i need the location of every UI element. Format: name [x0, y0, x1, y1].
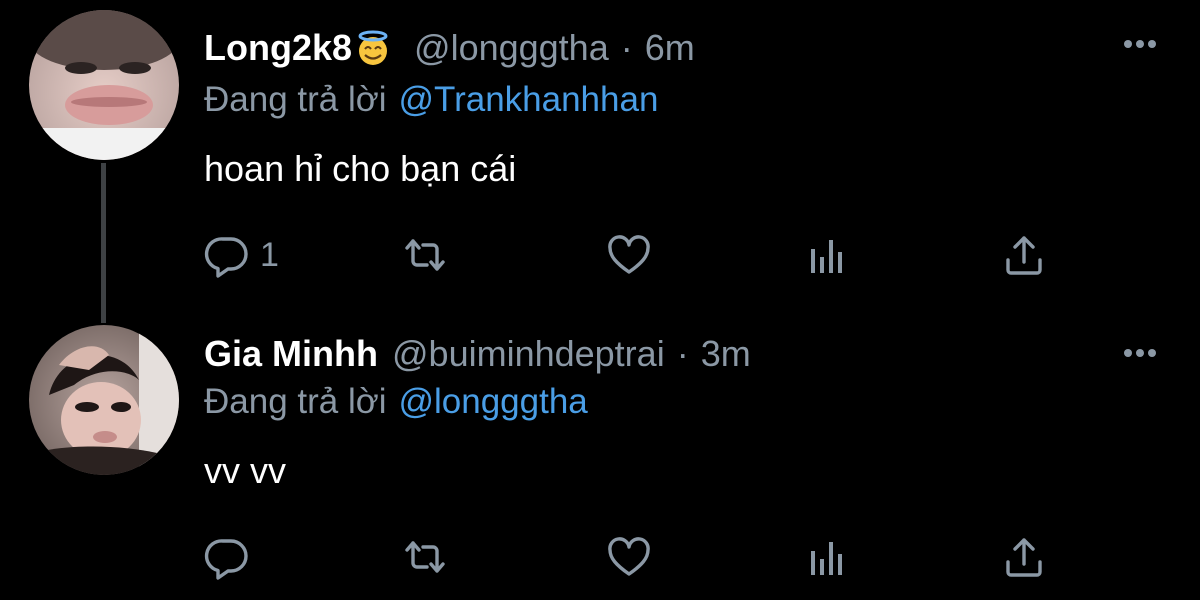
mention-link[interactable]: @longggtha: [398, 382, 587, 421]
retweet-button[interactable]: [402, 532, 448, 582]
tweet[interactable]: Gia Minhh @buiminhdeptrai · 3m Đang trả …: [0, 300, 1200, 600]
views-icon: [811, 240, 842, 273]
tweet[interactable]: Long2k8 @longggtha · 6m Đang trả lời @Tra…: [0, 0, 1200, 300]
reply-button[interactable]: 1: [204, 230, 279, 280]
reply-icon: [204, 237, 248, 278]
reply-icon: [204, 539, 248, 580]
tweet-text: vv vv: [204, 450, 287, 491]
share-icon: [1006, 236, 1042, 275]
views-button[interactable]: [804, 230, 850, 280]
reply-count: 1: [260, 235, 279, 274]
separator-dot: ·: [676, 333, 689, 374]
action-bar: [204, 532, 1064, 582]
retweet-icon: [405, 239, 445, 271]
share-button[interactable]: [1001, 230, 1047, 280]
avatar-image: [29, 325, 179, 475]
share-icon: [1006, 538, 1042, 577]
separator-dot: ·: [620, 27, 633, 68]
user-handle[interactable]: @buiminhdeptrai: [392, 333, 665, 375]
more-icon[interactable]: [1122, 38, 1158, 50]
tweet-text: hoan hỉ cho bạn cái: [204, 148, 517, 189]
user-handle[interactable]: @longggtha: [414, 27, 609, 69]
views-icon: [811, 542, 842, 575]
like-button[interactable]: [606, 532, 652, 582]
timestamp[interactable]: 3m: [701, 333, 751, 375]
tweet-header: Gia Minhh @buiminhdeptrai · 3m: [204, 330, 751, 378]
views-button[interactable]: [804, 532, 850, 582]
display-name[interactable]: Gia Minhh: [204, 333, 378, 375]
share-button[interactable]: [1001, 532, 1047, 582]
replying-to: Đang trả lời @longggtha: [204, 382, 588, 422]
replying-to: Đang trả lời @Trankhanhhan: [204, 80, 658, 120]
replying-to-label: Đang trả lời: [204, 80, 387, 119]
retweet-icon: [405, 541, 445, 573]
display-name[interactable]: Long2k8: [204, 27, 352, 69]
avatar-image: [29, 10, 179, 160]
like-icon: [608, 235, 650, 274]
replying-to-label: Đang trả lời: [204, 382, 387, 421]
timestamp[interactable]: 6m: [645, 27, 695, 69]
like-icon: [608, 537, 650, 576]
avatar[interactable]: [29, 10, 179, 160]
retweet-button[interactable]: [402, 230, 448, 280]
action-bar: 1: [204, 230, 1064, 280]
more-icon[interactable]: [1122, 347, 1158, 359]
avatar[interactable]: [29, 325, 179, 475]
smiling-face-with-halo-emoji: [354, 29, 392, 67]
mention-link[interactable]: @Trankhanhhan: [398, 80, 658, 119]
reply-button[interactable]: [204, 532, 250, 582]
tweet-header: Long2k8 @longggtha · 6m: [204, 24, 695, 72]
like-button[interactable]: [606, 230, 652, 280]
